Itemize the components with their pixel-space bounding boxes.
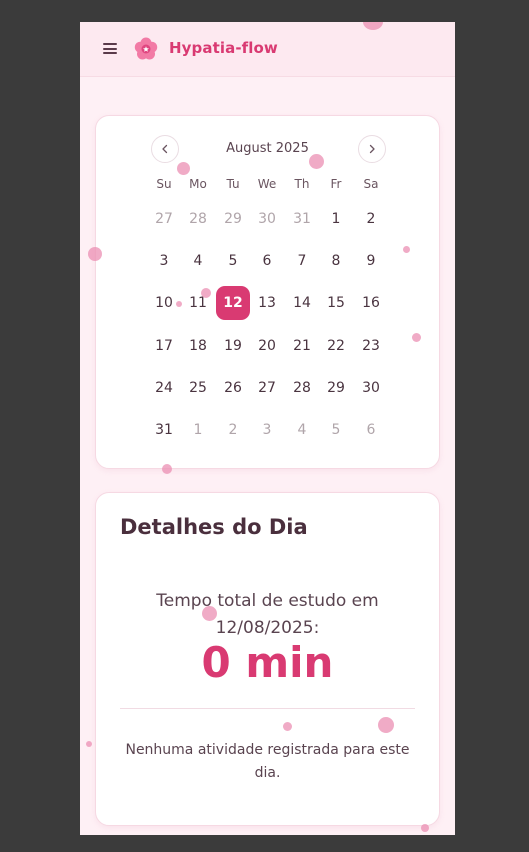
calendar-day[interactable]: 27 — [250, 371, 284, 405]
weekday-label: Sa — [363, 177, 379, 191]
calendar-day[interactable]: 20 — [250, 329, 284, 363]
calendar-day[interactable]: 23 — [354, 329, 388, 363]
calendar-day[interactable]: 15 — [319, 286, 353, 320]
decorative-petal — [86, 741, 92, 747]
calendar-day[interactable]: 31 — [285, 202, 319, 236]
calendar-day[interactable]: 6 — [250, 244, 284, 278]
divider — [120, 708, 415, 709]
app-screen: Hypatia-flow August 2025 Su Mo Tu We Th Fr Sa … — [80, 22, 455, 835]
calendar-day[interactable]: 9 — [354, 244, 388, 278]
calendar-day[interactable]: 29 — [216, 202, 250, 236]
weekday-label: Fr — [330, 177, 342, 191]
empty-activity-message-line2: dia. — [254, 765, 281, 781]
weekday-label: We — [257, 177, 277, 191]
calendar-day[interactable]: 4 — [285, 413, 319, 447]
calendar-day[interactable]: 22 — [319, 329, 353, 363]
calendar-day[interactable]: 16 — [354, 286, 388, 320]
total-study-label-line1: Tempo total de estudo em — [156, 591, 379, 611]
app-header: Hypatia-flow — [80, 22, 455, 77]
calendar-day[interactable]: 28 — [181, 202, 215, 236]
calendar-day[interactable]: 5 — [319, 413, 353, 447]
weekday-label: Mo — [189, 177, 207, 191]
calendar-day[interactable]: 5 — [216, 244, 250, 278]
weekday-label: Th — [294, 177, 310, 191]
calendar-day-selected[interactable]: 12 — [216, 286, 250, 320]
calendar-day[interactable]: 1 — [181, 413, 215, 447]
hamburger-menu-icon[interactable] — [103, 43, 117, 54]
calendar-day[interactable]: 31 — [147, 413, 181, 447]
calendar-day[interactable]: 17 — [147, 329, 181, 363]
weekday-label: Su — [156, 177, 172, 191]
calendar-day[interactable]: 1 — [319, 202, 353, 236]
calendar-day[interactable]: 14 — [285, 286, 319, 320]
calendar-day[interactable]: 29 — [319, 371, 353, 405]
calendar-day[interactable]: 25 — [181, 371, 215, 405]
weekday-label: Tu — [226, 177, 240, 191]
calendar-day[interactable]: 30 — [354, 371, 388, 405]
calendar-day[interactable]: 2 — [354, 202, 388, 236]
empty-activity-message-line1: Nenhuma atividade registrada para este — [125, 742, 410, 758]
calendar-day[interactable]: 3 — [250, 413, 284, 447]
calendar-day[interactable]: 19 — [216, 329, 250, 363]
calendar-day[interactable]: 10 — [147, 286, 181, 320]
calendar-day[interactable]: 2 — [216, 413, 250, 447]
calendar-day[interactable]: 18 — [181, 329, 215, 363]
calendar-day[interactable]: 26 — [216, 371, 250, 405]
day-details-card: Detalhes do Dia Tempo total de estudo em… — [95, 492, 440, 826]
calendar-day[interactable]: 6 — [354, 413, 388, 447]
total-study-value: 0 min — [201, 638, 334, 687]
flower-icon — [134, 37, 158, 60]
month-label: August 2025 — [226, 141, 309, 156]
details-title: Detalhes do Dia — [120, 515, 308, 539]
calendar-day[interactable]: 28 — [285, 371, 319, 405]
calendar-day[interactable]: 21 — [285, 329, 319, 363]
calendar-day[interactable]: 7 — [285, 244, 319, 278]
next-month-button[interactable] — [358, 135, 386, 163]
calendar-day[interactable]: 4 — [181, 244, 215, 278]
calendar-day[interactable]: 30 — [250, 202, 284, 236]
calendar-day[interactable]: 13 — [250, 286, 284, 320]
chevron-right-icon — [369, 144, 375, 154]
empty-activity-message: Nenhuma atividade registrada para este d… — [121, 739, 414, 785]
app-title: Hypatia-flow — [169, 39, 278, 57]
total-study-label: Tempo total de estudo em 12/08/2025: — [96, 588, 439, 642]
calendar-day[interactable]: 11 — [181, 286, 215, 320]
calendar-card: August 2025 Su Mo Tu We Th Fr Sa 27 28 29 30 31 1 2 3… — [95, 115, 440, 469]
calendar-day[interactable]: 8 — [319, 244, 353, 278]
calendar-day[interactable]: 24 — [147, 371, 181, 405]
calendar-day[interactable]: 3 — [147, 244, 181, 278]
calendar-day[interactable]: 27 — [147, 202, 181, 236]
